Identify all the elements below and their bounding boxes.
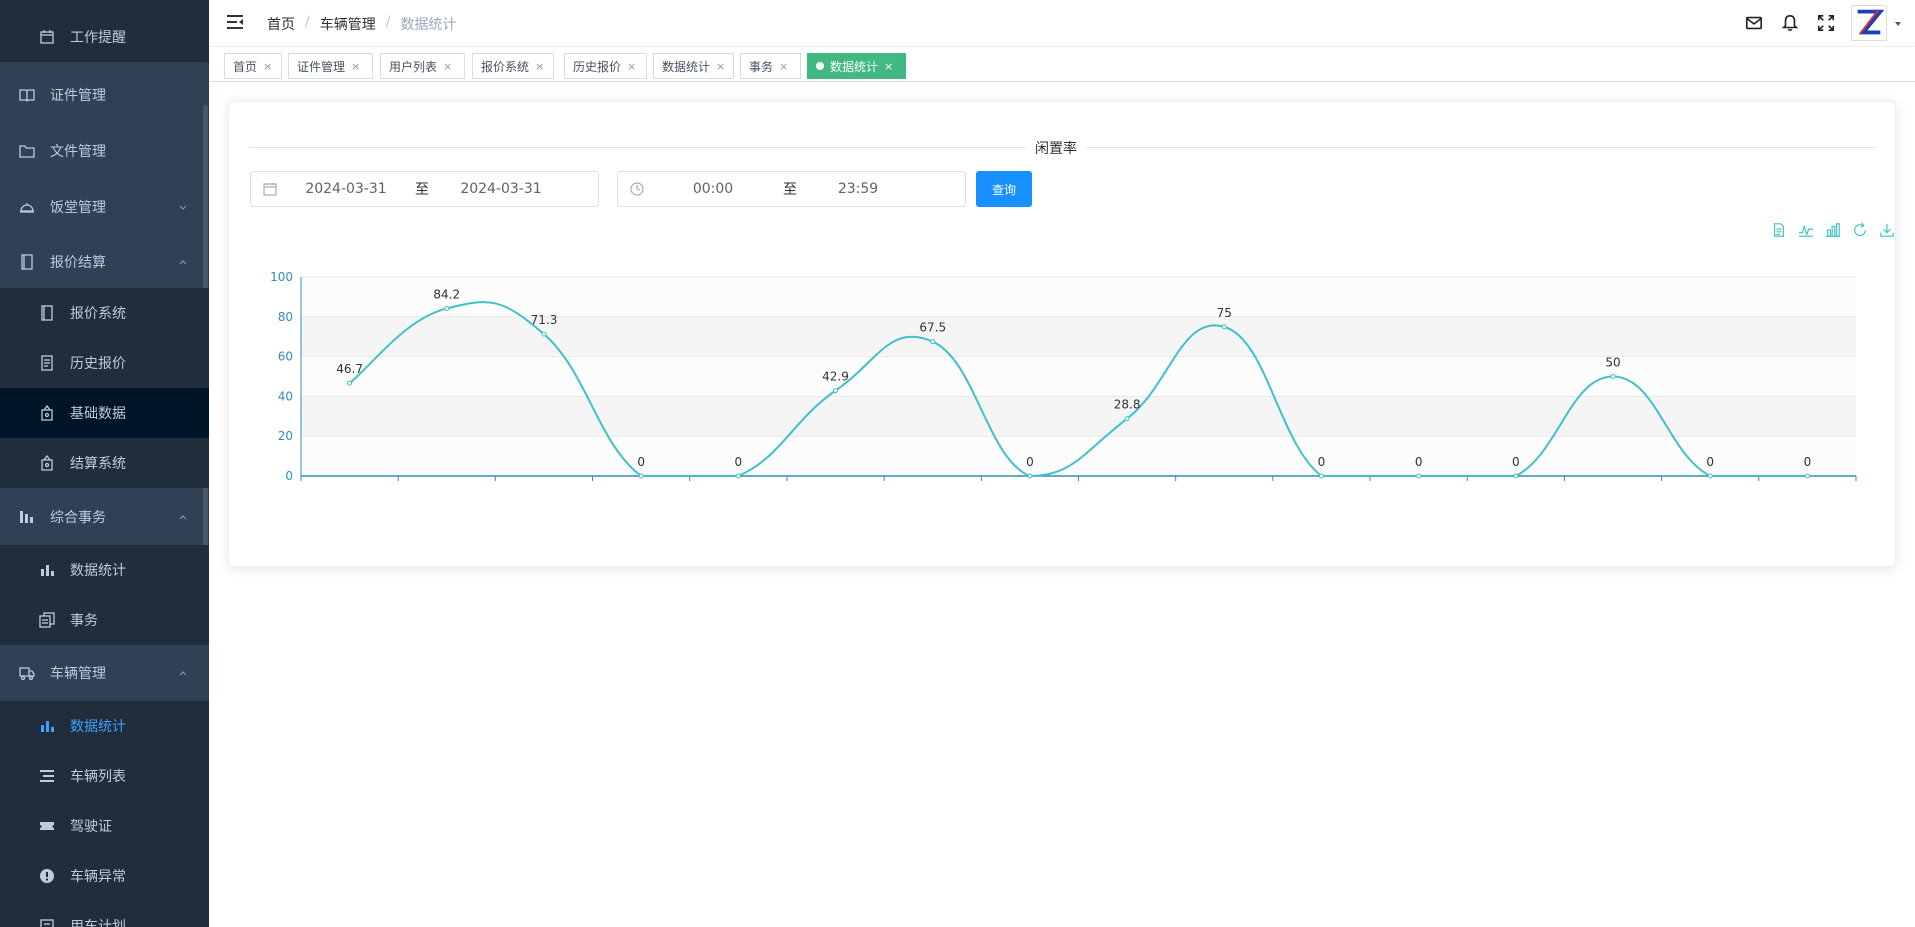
data-point[interactable] (444, 305, 450, 311)
data-label: 0 (735, 455, 743, 469)
data-point[interactable] (735, 473, 741, 479)
data-point[interactable] (1416, 473, 1422, 479)
data-label: 0 (1512, 455, 1520, 469)
y-tick-label: 80 (278, 310, 293, 324)
data-point[interactable] (1513, 473, 1519, 479)
y-tick-label: 60 (278, 350, 293, 364)
data-point[interactable] (1221, 324, 1227, 330)
data-label: 46.7 (336, 362, 363, 376)
data-label: 0 (637, 455, 645, 469)
data-label: 75 (1217, 306, 1232, 320)
grid-band (301, 396, 1856, 437)
app-root: 工作提醒 证件管理 文件管理 饭堂管理 报价结算 报价系统 历史报价 基础数据 结算系统 综合事务… (0, 0, 1915, 927)
y-tick-label: 40 (278, 389, 293, 403)
data-point[interactable] (638, 473, 644, 479)
data-label: 0 (1026, 455, 1034, 469)
data-point[interactable] (1027, 473, 1033, 479)
data-point[interactable] (833, 388, 839, 394)
y-tick-label: 100 (270, 270, 293, 284)
data-label: 50 (1605, 356, 1620, 370)
y-tick-label: 20 (278, 429, 293, 443)
data-point[interactable] (1804, 473, 1810, 479)
data-label: 0 (1706, 455, 1714, 469)
data-label: 71.3 (531, 313, 558, 327)
grid-band (301, 436, 1856, 476)
data-label: 42.9 (822, 370, 849, 384)
y-tick-label: 0 (285, 469, 293, 483)
data-label: 0 (1804, 455, 1812, 469)
data-point[interactable] (1610, 374, 1616, 379)
data-label: 84.2 (433, 287, 460, 301)
data-point[interactable] (930, 339, 936, 345)
data-label: 0 (1318, 455, 1326, 469)
idle-rate-chart: 0 20 40 60 80 100 46.7 84.2 71.3 0 0 42.9 67.5 0 28.8 7… (270, 270, 1857, 483)
data-point[interactable] (347, 380, 353, 386)
data-point[interactable] (1124, 416, 1130, 422)
data-label: 67.5 (919, 321, 946, 335)
grid-band (301, 356, 1856, 397)
data-point[interactable] (1318, 473, 1324, 479)
data-label: 0 (1415, 455, 1423, 469)
data-point[interactable] (1707, 473, 1713, 479)
data-point[interactable] (541, 331, 547, 337)
data-label: 28.8 (1114, 398, 1141, 412)
grid-band (301, 277, 1856, 317)
